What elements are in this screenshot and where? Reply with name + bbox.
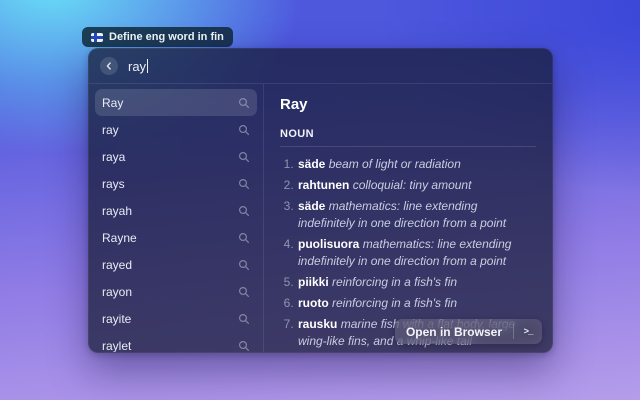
search-input-value: ray	[128, 59, 146, 74]
sense-word: säde	[298, 157, 325, 171]
search-icon	[238, 205, 250, 217]
sense-gloss: reinforcing in a fish's fin	[332, 296, 457, 310]
result-label: rayed	[102, 258, 132, 272]
result-row[interactable]: rayite	[95, 305, 257, 332]
sense-item: piikki reinforcing in a fish's fin	[297, 274, 536, 291]
sense-item: säde mathematics: line extending indefin…	[297, 198, 536, 232]
sense-gloss: beam of light or radiation	[329, 157, 461, 171]
result-label: rays	[102, 177, 125, 191]
search-icon	[238, 313, 250, 325]
detail-title: Ray	[280, 96, 536, 113]
search-bar: ray	[89, 49, 552, 84]
section-divider	[280, 146, 536, 147]
search-icon	[238, 97, 250, 109]
sense-item: rahtunen colloquial: tiny amount	[297, 177, 536, 194]
result-label: raya	[102, 150, 125, 164]
action-bar: Open in Browser >_	[395, 319, 542, 344]
result-label: raylet	[102, 339, 131, 353]
search-icon	[238, 232, 250, 244]
result-row[interactable]: Ray	[95, 89, 257, 116]
sense-item: puolisuora mathematics: line extending i…	[297, 236, 536, 270]
window-body: Ray ray raya rays rayah Rayne rayed rayon rayite…	[89, 84, 552, 353]
result-label: rayite	[102, 312, 131, 326]
chevron-left-icon	[105, 62, 113, 70]
search-input[interactable]: ray	[128, 59, 148, 74]
result-row[interactable]: ray	[95, 116, 257, 143]
terminal-shortcut-icon[interactable]: >_	[514, 319, 542, 344]
sense-gloss: reinforcing in a fish's fin	[332, 275, 457, 289]
result-label: rayah	[102, 204, 132, 218]
sense-word: rausku	[298, 317, 337, 331]
launcher-window: ray Ray ray raya rays rayah Rayne rayed rayon ra…	[88, 48, 553, 353]
result-row[interactable]: rayah	[95, 197, 257, 224]
result-label: Ray	[102, 96, 123, 110]
result-label: ray	[102, 123, 119, 137]
search-icon	[238, 124, 250, 136]
sense-word: ruoto	[298, 296, 329, 310]
back-button[interactable]	[100, 57, 118, 75]
search-icon	[238, 286, 250, 298]
result-row[interactable]: raylet	[95, 332, 257, 353]
text-caret	[147, 59, 148, 73]
noun-section-heading: NOUN	[280, 128, 536, 140]
result-row[interactable]: rayon	[95, 278, 257, 305]
sense-gloss: colloquial: tiny amount	[353, 178, 472, 192]
search-icon	[238, 340, 250, 352]
finnish-flag-icon	[91, 33, 103, 42]
result-row[interactable]: rayed	[95, 251, 257, 278]
result-row[interactable]: raya	[95, 143, 257, 170]
hotkey-pill-label: Define eng word in fin	[109, 31, 224, 43]
sense-word: puolisuora	[298, 237, 359, 251]
sense-gloss: mathematics: line extending indefinitely…	[298, 199, 506, 230]
sense-item: ruoto reinforcing in a fish's fin	[297, 295, 536, 312]
sense-word: piikki	[298, 275, 329, 289]
search-icon	[238, 151, 250, 163]
sense-item: säde beam of light or radiation	[297, 156, 536, 173]
result-row[interactable]: rays	[95, 170, 257, 197]
search-icon	[238, 259, 250, 271]
results-list: Ray ray raya rays rayah Rayne rayed rayon rayite…	[89, 84, 263, 353]
search-icon	[238, 178, 250, 190]
result-label: Rayne	[102, 231, 137, 245]
hotkey-pill[interactable]: Define eng word in fin	[82, 27, 233, 47]
sense-word: rahtunen	[298, 178, 349, 192]
result-label: rayon	[102, 285, 132, 299]
detail-pane: Ray NOUN säde beam of light or radiation…	[264, 84, 552, 353]
result-row[interactable]: Rayne	[95, 224, 257, 251]
sense-word: säde	[298, 199, 325, 213]
open-in-browser-button[interactable]: Open in Browser	[395, 319, 513, 344]
